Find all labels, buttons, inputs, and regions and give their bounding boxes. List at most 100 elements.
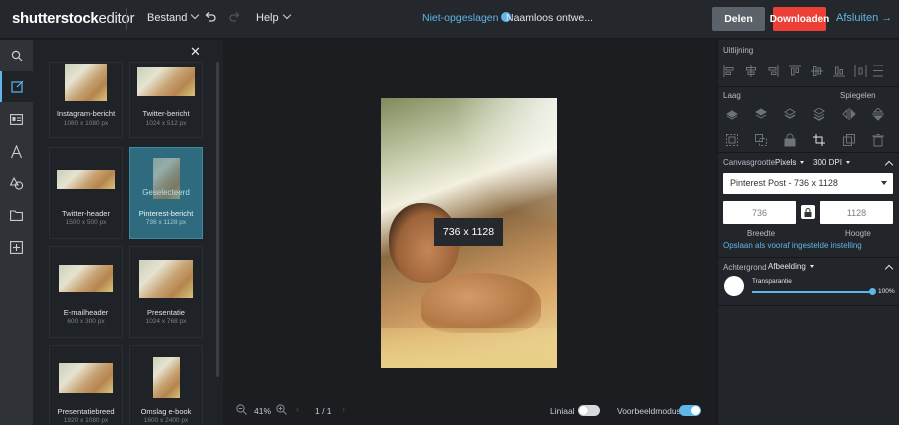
redo-icon xyxy=(229,12,240,22)
template-instagram[interactable]: Instagram-bericht 1080 x 1080 px xyxy=(49,62,123,138)
aspect-lock-button[interactable] xyxy=(801,205,815,219)
arrow-right-icon: → xyxy=(881,12,893,24)
divider xyxy=(717,257,899,258)
save-status[interactable]: Niet-opgeslagen xyxy=(422,12,512,24)
ruler-toggle[interactable] xyxy=(578,405,600,416)
template-size: 1500 x 500 px xyxy=(65,219,107,226)
unit-select[interactable]: Pixels xyxy=(775,158,805,167)
template-size: 1600 x 2400 px xyxy=(143,417,189,424)
layer-icons xyxy=(726,108,884,147)
lock-icon xyxy=(804,207,812,217)
zoom-in-button[interactable] xyxy=(276,404,287,418)
selected-overlay: Geselecteerd xyxy=(142,188,190,197)
template-thumbnail xyxy=(59,363,113,393)
bring-forward-icon xyxy=(726,110,738,120)
template-twitter-post[interactable]: Twitter-bericht 1024 x 512 px xyxy=(129,62,203,138)
shapes-tool-button[interactable] xyxy=(0,168,33,199)
align-top-icon xyxy=(789,65,801,76)
text-icon xyxy=(10,144,23,158)
transparency-value: 100% xyxy=(878,288,895,295)
divider xyxy=(717,152,899,153)
share-button[interactable]: Delen xyxy=(712,7,765,31)
help-menu[interactable]: Help xyxy=(256,10,291,24)
search-icon xyxy=(11,50,22,61)
template-presentation-wide[interactable]: Presentatiebreed 1920 x 1080 px xyxy=(49,345,123,425)
template-pinterest[interactable]: Geselecteerd Pinterest-bericht 736 x 112… xyxy=(129,147,203,239)
ungroup-icon xyxy=(755,134,767,146)
slider-handle[interactable] xyxy=(869,288,876,295)
dpi-select[interactable]: 300 DPI xyxy=(813,158,850,167)
template-name: Twitter-header xyxy=(62,209,110,218)
layer-label: Laag xyxy=(723,91,741,100)
canvas-preset-select[interactable]: Pinterest Post - 736 x 1128 xyxy=(723,173,893,194)
search-tool-button[interactable] xyxy=(0,40,33,71)
align-left-icon xyxy=(723,65,734,77)
send-backward-icon xyxy=(784,108,796,119)
page-indicator: 1 / 1 xyxy=(315,406,332,416)
background-type-select[interactable]: Afbeelding xyxy=(768,262,814,271)
slider-fill xyxy=(752,291,874,293)
undo-button[interactable] xyxy=(204,11,216,26)
redo-button[interactable] xyxy=(229,11,241,26)
next-page-button[interactable]: › xyxy=(342,404,345,414)
photo-water-spray xyxy=(451,98,557,228)
zoom-level: 41% xyxy=(254,406,272,416)
template-email-header[interactable]: E-mailheader 600 x 300 px xyxy=(49,246,123,338)
caret-down-icon xyxy=(845,161,850,164)
template-name: Omslag e-book xyxy=(140,407,192,416)
template-name: Pinterest-bericht xyxy=(138,209,194,218)
background-color-swatch[interactable] xyxy=(724,276,744,296)
transparency-slider[interactable] xyxy=(752,291,874,293)
close-panel-button[interactable]: ✕ xyxy=(190,44,201,60)
chevron-right-icon: › xyxy=(342,404,345,414)
send-to-back-icon xyxy=(813,108,825,121)
app-logo[interactable]: shutterstockeditor xyxy=(12,10,134,27)
templates-icon xyxy=(10,114,23,125)
ruler-label: Liniaal xyxy=(550,406,575,416)
align-bottom-icon xyxy=(833,66,845,77)
canvas-size-label: Canvasgrootte xyxy=(723,158,776,167)
template-ebook-cover[interactable]: Omslag e-book 1600 x 2400 px xyxy=(129,345,203,425)
photo-water xyxy=(381,328,557,368)
shapes-icon xyxy=(9,177,23,190)
preview-mode-toggle[interactable] xyxy=(679,405,701,416)
tool-rail xyxy=(0,40,33,425)
flip-horizontal-icon xyxy=(842,108,856,120)
top-bar: shutterstockeditor Bestand Help Niet-opg… xyxy=(0,0,899,39)
flip-vertical-icon xyxy=(872,108,884,121)
template-size: 1024 x 768 px xyxy=(145,318,187,325)
edit-canvas-icon xyxy=(11,80,24,93)
transparency-label: Transparantie xyxy=(752,278,792,285)
crop-icon xyxy=(813,134,825,146)
canvas-tool-button[interactable] xyxy=(0,71,33,102)
prev-page-button[interactable]: ‹ xyxy=(296,404,299,414)
document-name[interactable]: Naamloos ontwe... xyxy=(506,12,593,24)
template-thumbnail xyxy=(65,64,107,101)
template-presentation[interactable]: Presentatie 1024 x 768 px xyxy=(129,246,203,338)
template-size: 1024 x 512 px xyxy=(145,120,187,127)
lock-icon xyxy=(784,133,796,147)
divider xyxy=(717,305,899,306)
zoom-out-icon xyxy=(236,404,247,415)
align-center-v-icon xyxy=(811,66,823,76)
close-editor-link[interactable]: Afsluiten → xyxy=(836,12,892,24)
download-button[interactable]: Downloaden xyxy=(770,7,829,31)
group-icon xyxy=(726,134,738,146)
template-thumbnail xyxy=(139,260,193,298)
add-element-icon xyxy=(10,241,23,254)
height-input[interactable]: 1128 xyxy=(820,201,893,224)
template-size: 1920 x 1080 px xyxy=(63,417,109,424)
panel-scrollbar[interactable] xyxy=(216,62,219,377)
folder-tool-button[interactable] xyxy=(0,200,33,231)
undo-icon xyxy=(205,12,216,22)
canvas-dimension-badge: 736 x 1128 xyxy=(434,218,503,246)
text-tool-button[interactable] xyxy=(0,136,33,167)
templates-tool-button[interactable] xyxy=(0,104,33,135)
template-size: 1080 x 1080 px xyxy=(63,120,109,127)
zoom-out-button[interactable] xyxy=(236,404,247,418)
template-twitter-header[interactable]: Twitter-header 1500 x 500 px xyxy=(49,147,123,239)
add-tool-button[interactable] xyxy=(0,232,33,263)
width-input[interactable]: 736 xyxy=(723,201,796,224)
file-menu[interactable]: Bestand xyxy=(147,10,200,24)
save-preset-link[interactable]: Opslaan als vooraf ingestelde instelling xyxy=(723,241,862,250)
